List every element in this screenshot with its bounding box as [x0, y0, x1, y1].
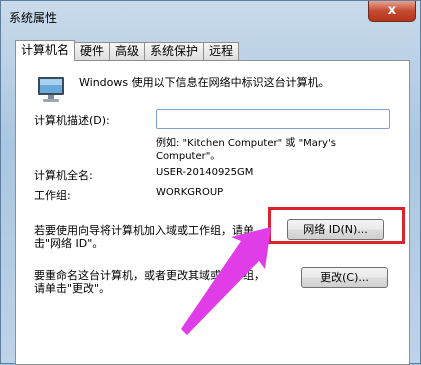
rename-text-line2: 请单击"更改"。	[34, 282, 111, 295]
description-label: 计算机描述(D):	[34, 114, 110, 127]
tab-system-protection[interactable]: 系统保护	[144, 42, 205, 61]
change-button[interactable]: 更改(C)...	[301, 267, 388, 288]
tab-advanced[interactable]: 高级	[109, 42, 146, 61]
pointer-arrow-icon	[181, 227, 271, 335]
close-button[interactable]: x	[368, 1, 416, 22]
highlight-box	[268, 207, 405, 244]
computer-monitor-icon	[38, 77, 64, 102]
title-bar[interactable]: 系统属性 x	[1, 1, 421, 31]
computer-description-input[interactable]	[156, 109, 390, 129]
workgroup-label: 工作组:	[34, 189, 71, 202]
workgroup-value: WORKGROUP	[156, 187, 224, 198]
window-title: 系统属性	[9, 11, 58, 25]
full-name-label: 计算机全名:	[34, 169, 93, 182]
full-name-value: USER-20140925GM	[156, 167, 254, 178]
tab-hardware[interactable]: 硬件	[74, 42, 111, 61]
close-icon: x	[387, 3, 397, 18]
tab-computer-name[interactable]: 计算机名	[15, 40, 76, 61]
example-text-line2: Computer"。	[156, 151, 221, 162]
tab-remote[interactable]: 远程	[203, 42, 240, 61]
system-properties-window: 系统属性 x 计算机名 硬件 高级 系统保护 远程 Windows 使用以下信息…	[0, 0, 421, 365]
intro-text: Windows 使用以下信息在网络中标识这台计算机。	[79, 76, 330, 89]
tab-strip: 计算机名 硬件 高级 系统保护 远程	[15, 40, 240, 61]
join-domain-text-line2: 击"网络 ID"。	[34, 237, 104, 250]
